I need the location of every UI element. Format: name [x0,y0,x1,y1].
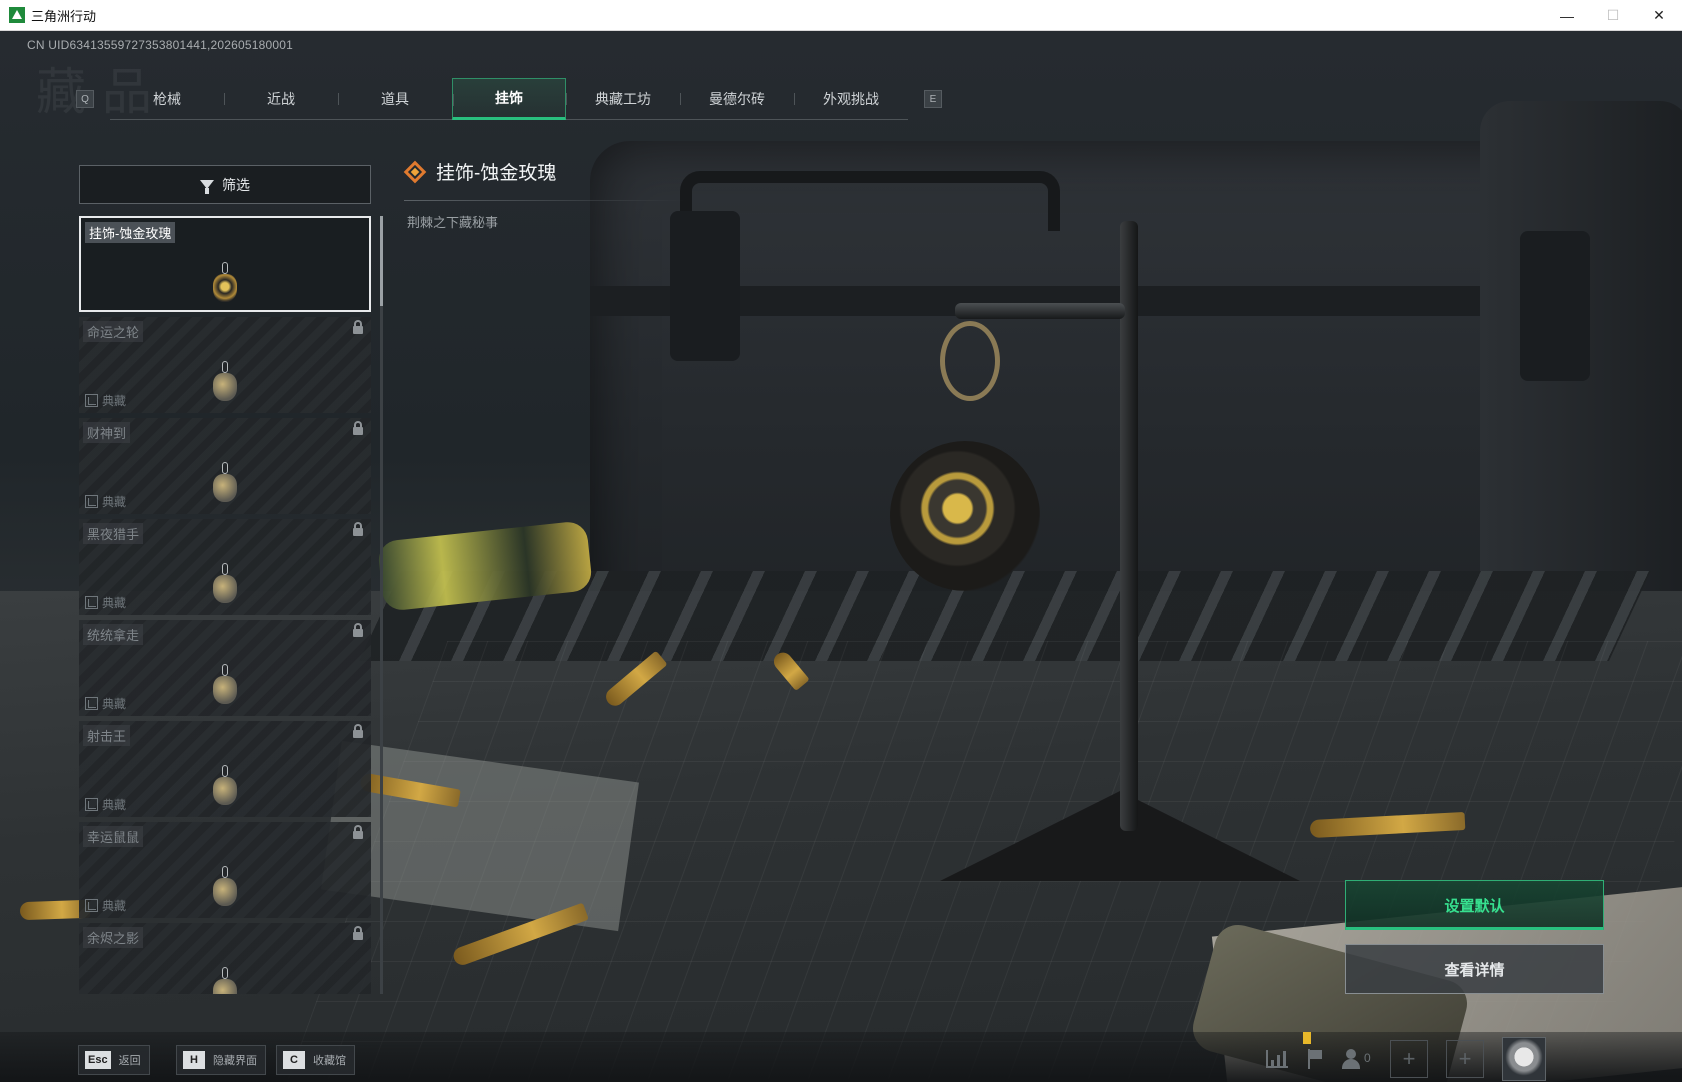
item-name: 射击王 [83,725,131,746]
back-label: 返回 [118,1055,141,1067]
collection-icon [85,697,98,710]
list-item[interactable]: 余烬之影 [79,923,371,994]
charm-list[interactable]: 挂饰-蚀金玫瑰 命运之轮 典藏 财神到 典藏 黑夜猎手 典藏 统统拿走 典藏 射… [79,216,371,994]
list-scrollbar-track[interactable] [380,216,383,994]
window-title: 三角洲行动 [31,8,97,24]
close-button[interactable]: ✕ [1636,0,1682,31]
window-titlebar: 三角洲行动 — ☐ ✕ [0,0,1682,31]
collection-hall-hint[interactable]: C 收藏馆 [276,1045,355,1075]
add-slot-button[interactable]: + [1446,1040,1484,1078]
next-tab-key[interactable]: E [924,90,942,108]
filter-icon [200,180,214,194]
tab-bar: 枪械 近战 道具 挂饰 典藏工坊 曼德尔砖 外观挑战 [110,78,908,120]
lock-icon [353,320,363,334]
collection-tag: 典藏 [85,695,126,712]
list-item[interactable]: 命运之轮 典藏 [79,317,371,413]
collection-icon [85,798,98,811]
status-tray: 0 + + [1266,1037,1546,1081]
item-thumbnail [205,563,245,609]
player-uid: CN UID634135597273538014­41,202605180001 [27,38,294,52]
filter-label: 筛选 [222,176,250,193]
case-latch [670,211,740,361]
minimize-button[interactable]: — [1544,0,1590,31]
list-item[interactable]: 挂饰-蚀金玫瑰 [79,216,371,312]
tab-appearance-challenge[interactable]: 外观挑战 [794,78,908,120]
item-name: 余烬之影 [83,927,144,948]
prev-tab-key[interactable]: Q [76,90,94,108]
item-name: 黑夜猎手 [83,523,144,544]
collection-tag: 典藏 [85,392,126,409]
item-detail-header: 挂饰-蚀金玫瑰 [404,158,556,185]
gilded-rose-charm[interactable] [890,441,1040,591]
hide-ui-hint[interactable]: H 隐藏界面 [176,1045,266,1075]
flag-icon[interactable] [1306,1049,1324,1069]
item-detail-title: 挂饰-蚀金玫瑰 [436,163,557,184]
friends-icon[interactable]: 0 [1342,1049,1372,1069]
hide-ui-label: 隐藏界面 [213,1055,257,1067]
diamond-rarity-icon [404,161,426,183]
list-item[interactable]: 财神到 典藏 [79,418,371,514]
collection-tag: 典藏 [85,594,126,611]
item-thumbnail [205,866,245,912]
esc-key: Esc [85,1051,111,1069]
app-logo-icon [9,7,25,23]
lock-icon [353,926,363,940]
list-item[interactable]: 射击王 典藏 [79,721,371,817]
lock-icon [353,825,363,839]
item-name: 统统拿走 [83,624,144,645]
game-window: 三角洲行动 — ☐ ✕ 藏 品 CN UID634135597273538014… [0,0,1682,1082]
list-item[interactable]: 黑夜猎手 典藏 [79,519,371,615]
item-name: 挂饰-蚀金玫瑰 [85,222,176,243]
item-thumbnail [205,462,245,508]
collection-tag: 典藏 [85,493,126,510]
lock-icon [353,623,363,637]
lock-icon [353,421,363,435]
case-latch [1520,231,1590,381]
tab-collection-workshop[interactable]: 典藏工坊 [566,78,680,120]
category-tabs: Q 枪械 近战 道具 挂饰 典藏工坊 曼德尔砖 外观挑战 E [76,78,942,120]
tab-melee[interactable]: 近战 [224,78,338,120]
keyring [940,321,1000,401]
collection-icon [85,394,98,407]
add-slot-button[interactable]: + [1390,1040,1428,1078]
list-item[interactable]: 幸运鼠鼠 典藏 [79,822,371,918]
collection-icon [85,495,98,508]
c-key: C [283,1051,305,1069]
item-name: 命运之轮 [83,321,144,342]
item-detail-subtitle: 荆棘之下藏秘事 [407,215,499,230]
list-item[interactable]: 统统拿走 典藏 [79,620,371,716]
item-thumbnail [205,361,245,407]
item-thumbnail [205,967,245,994]
set-default-button[interactable]: 设置默认 [1345,880,1604,930]
stats-icon[interactable] [1266,1050,1288,1068]
lock-icon [353,522,363,536]
collection-tag: 典藏 [85,796,126,813]
item-name: 幸运鼠鼠 [83,826,144,847]
filter-button[interactable]: 筛选 [79,165,371,204]
maximize-button[interactable]: ☐ [1590,0,1636,31]
list-scrollbar-thumb[interactable] [380,216,383,306]
tab-charms[interactable]: 挂饰 [452,78,566,120]
title-divider [404,200,684,201]
collection-hall-label: 收藏馆 [313,1055,346,1067]
collection-tag: 典藏 [85,897,126,914]
window-controls: — ☐ ✕ [1544,0,1682,31]
collection-icon [85,899,98,912]
avatar[interactable] [1502,1037,1546,1081]
friends-count: 0 [1364,1051,1371,1065]
collection-icon [85,596,98,609]
back-hint[interactable]: Esc 返回 [78,1045,150,1075]
view-details-button[interactable]: 查看详情 [1345,944,1604,994]
tab-mandel-brick[interactable]: 曼德尔砖 [680,78,794,120]
item-name: 财神到 [83,422,131,443]
lock-icon [353,724,363,738]
item-thumbnail [205,262,245,308]
tab-firearms[interactable]: 枪械 [110,78,224,120]
tab-props[interactable]: 道具 [338,78,452,120]
display-stand-arm [955,303,1125,319]
item-thumbnail [205,765,245,811]
h-key: H [183,1051,205,1069]
item-thumbnail [205,664,245,710]
